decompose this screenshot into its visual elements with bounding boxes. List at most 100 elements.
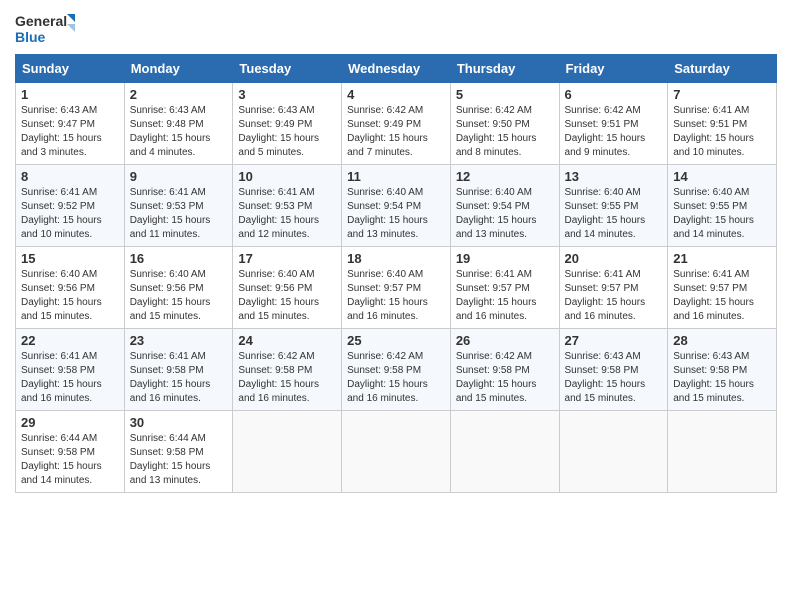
day-number: 18 (347, 251, 445, 266)
calendar-header-row: SundayMondayTuesdayWednesdayThursdayFrid… (16, 55, 777, 83)
day-info: Sunrise: 6:41 AMSunset: 9:52 PMDaylight:… (21, 186, 119, 242)
day-number: 29 (21, 415, 119, 430)
day-info: Sunrise: 6:43 AMSunset: 9:47 PMDaylight:… (21, 104, 119, 160)
day-info: Sunrise: 6:43 AMSunset: 9:49 PMDaylight:… (238, 104, 336, 160)
calendar-cell: 12 Sunrise: 6:40 AMSunset: 9:54 PMDayligh… (450, 165, 559, 247)
svg-text:General: General (15, 13, 67, 29)
day-number: 21 (673, 251, 771, 266)
calendar-cell: 17Sunrise: 6:40 AMSunset: 9:56 PMDayligh… (233, 247, 342, 329)
day-number: 7 (673, 87, 771, 102)
day-info: Sunrise: 6:40 AMSunset: 9:54 PMDaylight:… (456, 186, 554, 242)
day-number: 9 (130, 169, 228, 184)
day-number: 14 (673, 169, 771, 184)
column-header-friday: Friday (559, 55, 668, 83)
day-info: Sunrise: 6:41 AMSunset: 9:57 PMDaylight:… (673, 268, 771, 324)
day-info: Sunrise: 6:42 AMSunset: 9:58 PMDaylight:… (347, 350, 445, 406)
calendar-week-row: 1 Sunrise: 6:43 AMSunset: 9:47 PMDaylight… (16, 83, 777, 165)
day-number: 20 (565, 251, 663, 266)
calendar-cell: 7 Sunrise: 6:41 AMSunset: 9:51 PMDaylight… (668, 83, 777, 165)
calendar-cell: 29 Sunrise: 6:44 AMSunset: 9:58 PMDayligh… (16, 411, 125, 493)
day-info: Sunrise: 6:44 AMSunset: 9:58 PMDaylight:… (21, 432, 119, 488)
day-info: Sunrise: 6:41 AMSunset: 9:51 PMDaylight:… (673, 104, 771, 160)
calendar-cell: 24 Sunrise: 6:42 AMSunset: 9:58 PMDayligh… (233, 329, 342, 411)
day-number: 24 (238, 333, 336, 348)
calendar-cell: 30 Sunrise: 6:44 AMSunset: 9:58 PMDayligh… (124, 411, 233, 493)
calendar-cell: 25 Sunrise: 6:42 AMSunset: 9:58 PMDayligh… (342, 329, 451, 411)
calendar-cell: 10 Sunrise: 6:41 AMSunset: 9:53 PMDayligh… (233, 165, 342, 247)
calendar-cell: 13 Sunrise: 6:40 AMSunset: 9:55 PMDayligh… (559, 165, 668, 247)
calendar-cell: 18 Sunrise: 6:40 AMSunset: 9:57 PMDayligh… (342, 247, 451, 329)
day-info: Sunrise: 6:43 AMSunset: 9:48 PMDaylight:… (130, 104, 228, 160)
calendar-cell: 4 Sunrise: 6:42 AMSunset: 9:49 PMDaylight… (342, 83, 451, 165)
calendar-cell: 1 Sunrise: 6:43 AMSunset: 9:47 PMDaylight… (16, 83, 125, 165)
day-info: Sunrise: 6:44 AMSunset: 9:58 PMDaylight:… (130, 432, 228, 488)
calendar-cell: 3 Sunrise: 6:43 AMSunset: 9:49 PMDaylight… (233, 83, 342, 165)
day-number: 25 (347, 333, 445, 348)
column-header-tuesday: Tuesday (233, 55, 342, 83)
day-number: 23 (130, 333, 228, 348)
day-info: Sunrise: 6:42 AMSunset: 9:58 PMDaylight:… (238, 350, 336, 406)
day-info: Sunrise: 6:40 AMSunset: 9:56 PMDaylight:… (21, 268, 119, 324)
calendar-cell: 8 Sunrise: 6:41 AMSunset: 9:52 PMDaylight… (16, 165, 125, 247)
calendar-cell: 15 Sunrise: 6:40 AMSunset: 9:56 PMDayligh… (16, 247, 125, 329)
day-info: Sunrise: 6:41 AMSunset: 9:57 PMDaylight:… (456, 268, 554, 324)
day-info: Sunrise: 6:42 AMSunset: 9:51 PMDaylight:… (565, 104, 663, 160)
day-number: 26 (456, 333, 554, 348)
day-number: 4 (347, 87, 445, 102)
day-number: 11 (347, 169, 445, 184)
column-header-saturday: Saturday (668, 55, 777, 83)
calendar-cell: 2Sunrise: 6:43 AMSunset: 9:48 PMDaylight… (124, 83, 233, 165)
day-info: Sunrise: 6:41 AMSunset: 9:58 PMDaylight:… (21, 350, 119, 406)
day-number: 16 (130, 251, 228, 266)
calendar-cell: 27 Sunrise: 6:43 AMSunset: 9:58 PMDayligh… (559, 329, 668, 411)
day-info: Sunrise: 6:40 AMSunset: 9:56 PMDaylight:… (238, 268, 336, 324)
column-header-monday: Monday (124, 55, 233, 83)
day-info: Sunrise: 6:40 AMSunset: 9:55 PMDaylight:… (673, 186, 771, 242)
day-info: Sunrise: 6:40 AMSunset: 9:57 PMDaylight:… (347, 268, 445, 324)
day-number: 13 (565, 169, 663, 184)
column-header-wednesday: Wednesday (342, 55, 451, 83)
calendar-table: SundayMondayTuesdayWednesdayThursdayFrid… (15, 54, 777, 493)
day-info: Sunrise: 6:42 AMSunset: 9:50 PMDaylight:… (456, 104, 554, 160)
calendar-cell: 16 Sunrise: 6:40 AMSunset: 9:56 PMDayligh… (124, 247, 233, 329)
calendar-cell (233, 411, 342, 493)
day-info: Sunrise: 6:42 AMSunset: 9:49 PMDaylight:… (347, 104, 445, 160)
calendar-cell: 9 Sunrise: 6:41 AMSunset: 9:53 PMDaylight… (124, 165, 233, 247)
calendar-cell (450, 411, 559, 493)
day-number: 30 (130, 415, 228, 430)
day-number: 15 (21, 251, 119, 266)
day-number: 3 (238, 87, 336, 102)
svg-text:Blue: Blue (15, 29, 46, 45)
calendar-cell (559, 411, 668, 493)
day-number: 5 (456, 87, 554, 102)
calendar-cell: 19Sunrise: 6:41 AMSunset: 9:57 PMDayligh… (450, 247, 559, 329)
calendar-cell: 28Sunrise: 6:43 AMSunset: 9:58 PMDayligh… (668, 329, 777, 411)
logo: GeneralBlue (15, 10, 75, 48)
day-info: Sunrise: 6:40 AMSunset: 9:56 PMDaylight:… (130, 268, 228, 324)
day-info: Sunrise: 6:41 AMSunset: 9:58 PMDaylight:… (130, 350, 228, 406)
day-info: Sunrise: 6:43 AMSunset: 9:58 PMDaylight:… (565, 350, 663, 406)
calendar-cell (342, 411, 451, 493)
day-number: 1 (21, 87, 119, 102)
day-info: Sunrise: 6:40 AMSunset: 9:55 PMDaylight:… (565, 186, 663, 242)
column-header-sunday: Sunday (16, 55, 125, 83)
column-header-thursday: Thursday (450, 55, 559, 83)
day-number: 8 (21, 169, 119, 184)
calendar-cell (668, 411, 777, 493)
day-number: 27 (565, 333, 663, 348)
calendar-cell: 23 Sunrise: 6:41 AMSunset: 9:58 PMDayligh… (124, 329, 233, 411)
logo-svg: GeneralBlue (15, 10, 75, 48)
calendar-week-row: 22 Sunrise: 6:41 AMSunset: 9:58 PMDayligh… (16, 329, 777, 411)
day-info: Sunrise: 6:41 AMSunset: 9:53 PMDaylight:… (130, 186, 228, 242)
day-info: Sunrise: 6:40 AMSunset: 9:54 PMDaylight:… (347, 186, 445, 242)
day-info: Sunrise: 6:41 AMSunset: 9:53 PMDaylight:… (238, 186, 336, 242)
day-number: 12 (456, 169, 554, 184)
calendar-cell: 6Sunrise: 6:42 AMSunset: 9:51 PMDaylight… (559, 83, 668, 165)
page-header: GeneralBlue (15, 10, 777, 48)
day-number: 22 (21, 333, 119, 348)
day-number: 10 (238, 169, 336, 184)
calendar-week-row: 8 Sunrise: 6:41 AMSunset: 9:52 PMDaylight… (16, 165, 777, 247)
day-number: 28 (673, 333, 771, 348)
day-info: Sunrise: 6:41 AMSunset: 9:57 PMDaylight:… (565, 268, 663, 324)
calendar-cell: 20 Sunrise: 6:41 AMSunset: 9:57 PMDayligh… (559, 247, 668, 329)
